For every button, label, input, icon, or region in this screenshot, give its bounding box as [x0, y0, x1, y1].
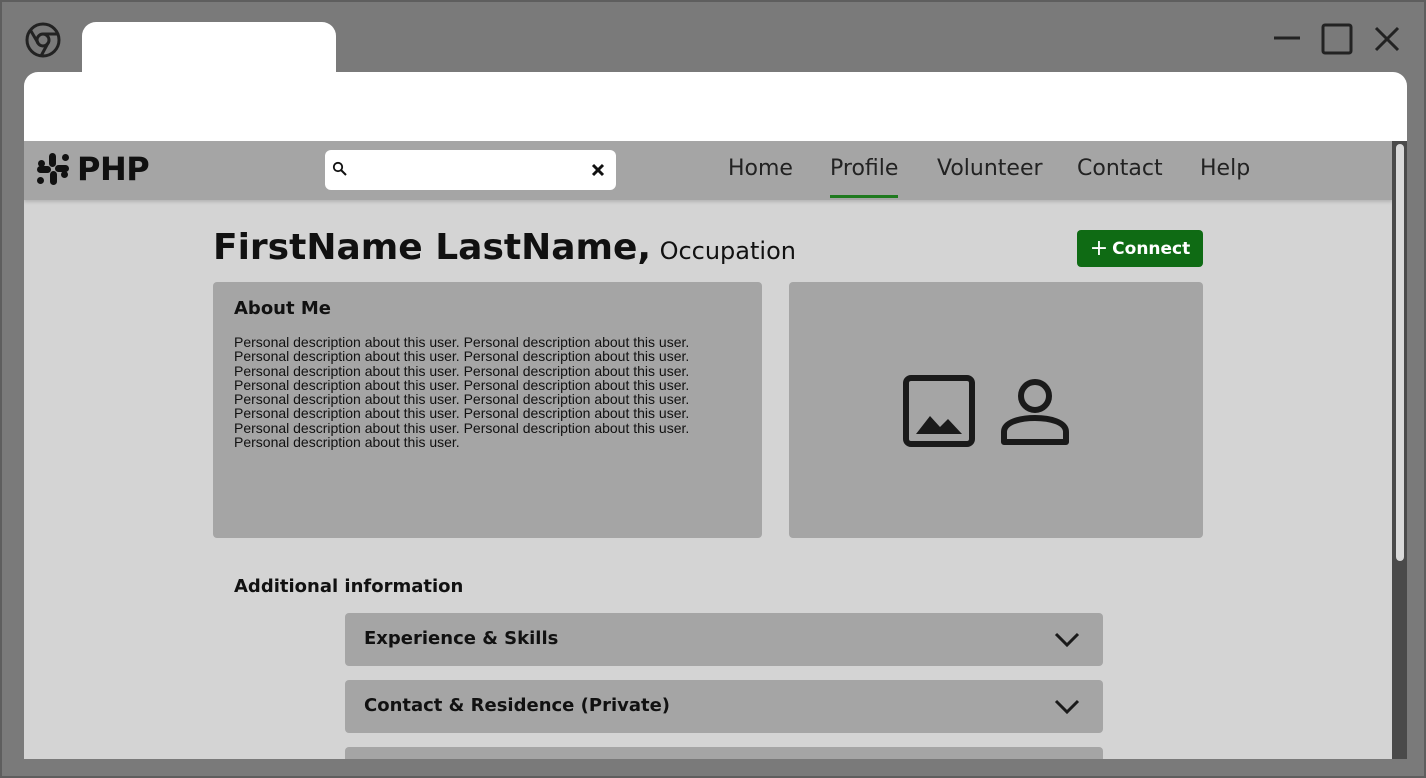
nav-link-profile[interactable]: Profile: [830, 155, 899, 198]
browser-toolbar: [24, 72, 1407, 142]
accordion-experience-skills[interactable]: Experience & Skills: [345, 613, 1103, 666]
logo-mark-icon: [37, 153, 69, 185]
nav-link-help[interactable]: Help: [1200, 155, 1250, 183]
scrollbar[interactable]: [1392, 141, 1407, 759]
about-me-text: Personal description about this user. Pe…: [234, 334, 690, 451]
profile-media-card: [789, 282, 1203, 538]
accordion-label: Experience & Skills: [364, 628, 559, 649]
maximize-icon[interactable]: [1320, 22, 1354, 56]
chevron-down-icon[interactable]: [1053, 629, 1081, 649]
site-navbar: PHP Home Profile Volunteer Contact Help: [24, 141, 1392, 200]
close-window-icon[interactable]: [1370, 22, 1404, 56]
scrollbar-thumb[interactable]: [1396, 144, 1404, 561]
search-icon: [332, 161, 347, 176]
browser-logo-icon[interactable]: [24, 21, 62, 59]
profile-name: FirstName LastName,: [213, 227, 652, 268]
profile-header: FirstName LastName, Occupation: [213, 227, 796, 268]
about-me-card: About Me Personal description about this…: [213, 282, 762, 538]
search-input[interactable]: [353, 156, 583, 184]
accordion-section-3[interactable]: [345, 747, 1103, 759]
accordion-contact-residence[interactable]: Contact & Residence (Private): [345, 680, 1103, 733]
nav-link-volunteer[interactable]: Volunteer: [937, 155, 1043, 183]
nav-link-home[interactable]: Home: [728, 155, 793, 183]
about-me-title: About Me: [234, 298, 331, 319]
plus-icon: +: [1089, 235, 1109, 261]
image-icon[interactable]: [902, 374, 976, 448]
search-box[interactable]: [325, 150, 616, 190]
clear-search-icon[interactable]: [589, 161, 607, 179]
browser-window: PHP Home Profile Volunteer Contact Help: [0, 0, 1426, 778]
accordion-label: Contact & Residence (Private): [364, 695, 671, 716]
site-logo[interactable]: PHP: [35, 150, 150, 188]
page-viewport: PHP Home Profile Volunteer Contact Help: [24, 141, 1407, 759]
additional-info-heading: Additional information: [234, 576, 464, 597]
connect-button[interactable]: + Connect: [1077, 230, 1203, 267]
chevron-down-icon[interactable]: [1053, 696, 1081, 716]
nav-link-contact[interactable]: Contact: [1077, 155, 1163, 183]
logo-text: PHP: [77, 150, 150, 188]
minimize-icon[interactable]: [1270, 22, 1304, 56]
profile-occupation: Occupation: [659, 237, 796, 265]
person-icon[interactable]: [998, 374, 1072, 448]
connect-label: Connect: [1112, 238, 1191, 259]
